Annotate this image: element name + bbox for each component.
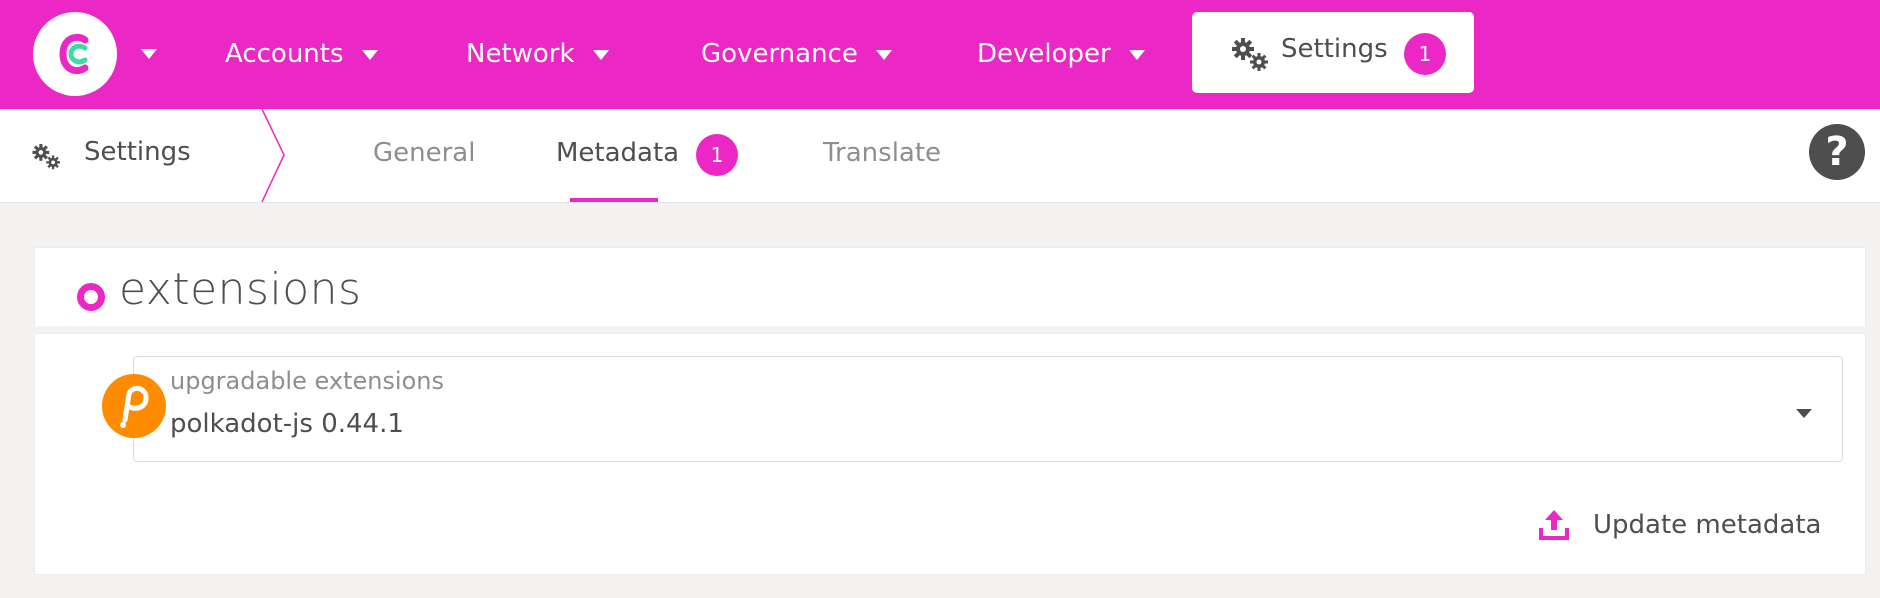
- chevron-down-icon: [1128, 50, 1145, 60]
- menu-network[interactable]: Network: [466, 36, 609, 72]
- tab-general[interactable]: General: [373, 138, 475, 168]
- chain-selector-caret-icon[interactable]: [141, 49, 157, 59]
- settings-notification-badge: 1: [1404, 33, 1446, 75]
- help-icon: ?: [1825, 129, 1849, 175]
- menu-governance[interactable]: Governance: [701, 36, 892, 72]
- tab-metadata[interactable]: Metadata: [556, 138, 679, 168]
- menu-accounts[interactable]: Accounts: [225, 36, 378, 72]
- extensions-title: extensions: [119, 264, 362, 315]
- menu-developer-label: Developer: [977, 39, 1111, 69]
- section-dot-icon: [77, 283, 105, 311]
- menu-governance-label: Governance: [701, 39, 858, 69]
- update-metadata-label: Update metadata: [1593, 510, 1822, 540]
- help-button[interactable]: ?: [1809, 124, 1865, 180]
- dropdown-selected-value: polkadot-js 0.44.1: [170, 409, 404, 439]
- chevron-down-icon: [361, 50, 378, 60]
- chevron-down-icon: [875, 50, 892, 60]
- extensions-card: upgradable extensions polkadot-js 0.44.1…: [34, 333, 1866, 575]
- extensions-header: extensions: [34, 247, 1866, 326]
- chevron-down-icon: [592, 50, 609, 60]
- menu-accounts-label: Accounts: [225, 39, 344, 69]
- chevron-down-icon: [1796, 409, 1812, 418]
- menu-developer[interactable]: Developer: [977, 36, 1145, 72]
- sub-navigation: Settings General Metadata 1 Translate ?: [0, 109, 1880, 203]
- top-menu-bar: Accounts Network Governance Developer Se…: [0, 0, 1880, 109]
- menu-settings-label: Settings: [1281, 34, 1388, 64]
- section-title: Settings: [84, 137, 191, 167]
- upgradable-extensions-dropdown[interactable]: upgradable extensions polkadot-js 0.44.1: [133, 356, 1843, 462]
- metadata-notification-badge: 1: [696, 134, 738, 176]
- polkadot-logo-icon: [59, 33, 89, 75]
- menu-network-label: Network: [466, 39, 575, 69]
- app-logo[interactable]: [33, 12, 117, 96]
- upload-icon: [1539, 510, 1569, 540]
- tab-translate[interactable]: Translate: [823, 138, 941, 168]
- gears-icon: [32, 144, 60, 170]
- gears-icon: [1232, 38, 1268, 71]
- dropdown-label: upgradable extensions: [170, 367, 444, 395]
- polkadot-extension-icon: [102, 374, 166, 438]
- breadcrumb-divider: [261, 109, 285, 202]
- active-tab-indicator: [570, 198, 658, 202]
- update-metadata-button[interactable]: Update metadata: [1539, 505, 1821, 545]
